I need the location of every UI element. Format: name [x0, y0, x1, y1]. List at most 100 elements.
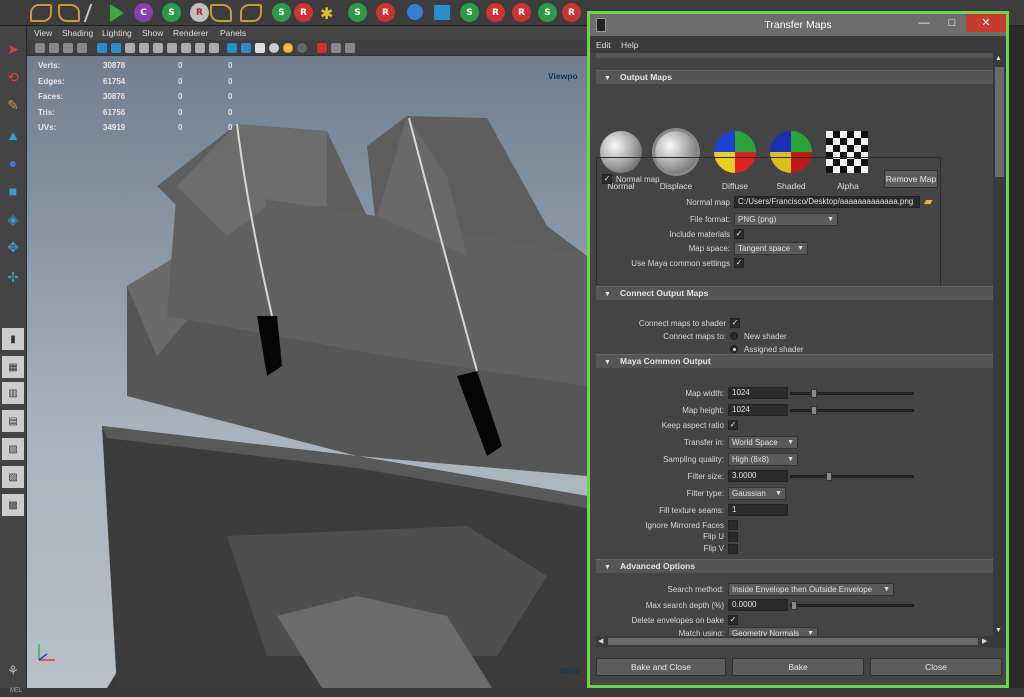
layout-hypershade-icon[interactable]: ▨	[2, 466, 24, 488]
menu-help[interactable]: Help	[621, 40, 638, 50]
map-space-dropdown[interactable]: Tangent space ▼	[734, 242, 808, 255]
shelf-icon-s[interactable]: S	[460, 3, 479, 22]
cube-icon[interactable]	[434, 5, 450, 20]
horizontal-scrollbar[interactable]: ◀ ▶	[596, 636, 993, 647]
bake-button[interactable]: Bake	[732, 658, 864, 676]
flip-v-checkbox[interactable]	[728, 544, 738, 554]
scroll-up-icon[interactable]: ▲	[995, 55, 1002, 62]
max-search-depth-field[interactable]: 0.0000	[728, 599, 788, 611]
minimize-button[interactable]: —	[910, 14, 938, 32]
grid-icon[interactable]	[97, 43, 107, 53]
default-light-icon[interactable]	[269, 43, 279, 53]
paint-tool-icon[interactable]: ✎	[2, 94, 24, 116]
image-plane-icon[interactable]	[77, 43, 87, 53]
joint-icon[interactable]: ✱	[320, 4, 333, 24]
dialog-title-bar[interactable]: Transfer Maps — □ ✕	[590, 14, 1006, 36]
menu-renderer[interactable]: Renderer	[173, 28, 208, 38]
vertical-scrollbar[interactable]: ▲ ▼	[993, 53, 1006, 648]
isolate-icon[interactable]	[317, 43, 327, 53]
menu-edit[interactable]: Edit	[596, 40, 611, 50]
layout-single-icon[interactable]: ▮	[2, 328, 24, 350]
select-tool-icon[interactable]: ➤	[2, 38, 24, 60]
map-height-slider[interactable]	[790, 406, 914, 415]
smooth-shade-icon[interactable]	[209, 43, 219, 53]
menu-shading[interactable]: Shading	[62, 28, 93, 38]
field-chart-icon[interactable]	[153, 43, 163, 53]
menu-view[interactable]: View	[34, 28, 52, 38]
wireframe-icon[interactable]	[195, 43, 205, 53]
sphere-icon[interactable]	[407, 4, 423, 20]
close-button[interactable]: Close	[870, 658, 1002, 676]
soft-mod-icon[interactable]: ✥	[2, 236, 24, 258]
gate-mask-icon[interactable]	[139, 43, 149, 53]
scroll-left-icon[interactable]: ◀	[598, 637, 603, 645]
map-height-field[interactable]: 1024	[728, 404, 788, 416]
map-width-slider[interactable]	[790, 389, 914, 398]
scroll-thumb[interactable]	[608, 638, 978, 645]
remove-map-button[interactable]: Remove Map	[884, 170, 938, 188]
shelf-icon-r[interactable]: R	[486, 3, 505, 22]
menu-lighting[interactable]: Lighting	[102, 28, 132, 38]
frame-icon[interactable]	[331, 43, 341, 53]
camera-select-icon[interactable]	[35, 43, 45, 53]
slider-handle[interactable]	[810, 406, 817, 415]
scroll-thumb[interactable]	[995, 67, 1004, 177]
scroll-right-icon[interactable]: ▶	[982, 637, 987, 645]
slider-handle[interactable]	[810, 389, 817, 398]
bake-and-close-button[interactable]: Bake and Close	[596, 658, 726, 676]
bookmark-icon[interactable]	[63, 43, 73, 53]
play-icon[interactable]	[110, 4, 124, 22]
maximize-button[interactable]: □	[938, 14, 966, 32]
ignore-mirrored-checkbox[interactable]	[728, 520, 738, 530]
shelf-icon-s[interactable]: S	[538, 3, 557, 22]
section-output-maps[interactable]: ▼ Output Maps	[596, 70, 993, 84]
shelf-icon-r[interactable]: R	[190, 3, 209, 22]
shelf-icon-s[interactable]: S	[348, 3, 367, 22]
slider-handle[interactable]	[825, 472, 832, 481]
safe-title-icon[interactable]	[181, 43, 191, 53]
shelf-icon-r[interactable]: R	[376, 3, 395, 22]
folder-icon[interactable]: ▰	[924, 195, 932, 208]
line-tool-icon[interactable]	[83, 4, 109, 22]
shelf-icon-c[interactable]: C	[134, 3, 153, 22]
normal-map-path-field[interactable]: C:/Users/Francisco/Desktop/aaaaaaaaaaaaa…	[734, 196, 920, 208]
viewport[interactable]: Viewpo persp	[27, 56, 587, 688]
film-gate-icon[interactable]	[111, 43, 121, 53]
shelf-icon-r[interactable]: R	[512, 3, 531, 22]
layout-two-icon[interactable]: ▥	[2, 382, 24, 404]
shelf-icon-s[interactable]: S	[272, 3, 291, 22]
menu-show[interactable]: Show	[142, 28, 163, 38]
move-tool-icon[interactable]: ▲	[2, 124, 24, 146]
radio-new-shader[interactable]	[730, 332, 738, 340]
sampling-quality-dropdown[interactable]: High (8x8) ▼	[728, 453, 798, 466]
resolution-gate-icon[interactable]	[125, 43, 135, 53]
share-icon[interactable]	[345, 43, 355, 53]
filter-size-field[interactable]: 3.0000	[728, 470, 788, 482]
lasso-tool-icon[interactable]: ⟲	[2, 66, 24, 88]
normal-map-checkbox[interactable]: ✓	[602, 174, 612, 184]
texture-icon[interactable]	[241, 43, 251, 53]
radio-assigned-shader[interactable]	[730, 345, 738, 353]
layout-curve-icon[interactable]: ▩	[2, 494, 24, 516]
delete-envelopes-checkbox[interactable]: ✓	[728, 615, 738, 625]
scale-tool-icon[interactable]: ■	[2, 180, 24, 202]
filter-size-slider[interactable]	[790, 472, 914, 481]
fill-seams-field[interactable]: 1	[728, 504, 788, 516]
section-maya-common-output[interactable]: ▼ Maya Common Output	[596, 354, 993, 368]
safe-action-icon[interactable]	[167, 43, 177, 53]
rotate-tool-icon[interactable]: ●	[2, 152, 24, 174]
section-advanced-options[interactable]: ▼ Advanced Options	[596, 559, 993, 573]
curve-tool-icon[interactable]	[58, 4, 80, 22]
shelf-icon-s[interactable]: S	[162, 3, 181, 22]
show-manip-icon[interactable]: ✢	[2, 266, 24, 288]
max-search-depth-slider[interactable]	[790, 601, 914, 610]
section-connect-output-maps[interactable]: ▼ Connect Output Maps	[596, 286, 993, 300]
curve-tool-icon[interactable]	[30, 4, 52, 22]
connect-shader-checkbox[interactable]: ✓	[730, 318, 740, 328]
all-lights-icon[interactable]	[283, 43, 293, 53]
scroll-down-icon[interactable]: ▼	[995, 627, 1002, 634]
maya-common-settings-checkbox[interactable]: ✓	[734, 258, 744, 268]
manipulator-icon[interactable]: ◈	[2, 208, 24, 230]
slider-handle[interactable]	[791, 601, 797, 610]
curve-tool-icon[interactable]	[210, 4, 232, 22]
